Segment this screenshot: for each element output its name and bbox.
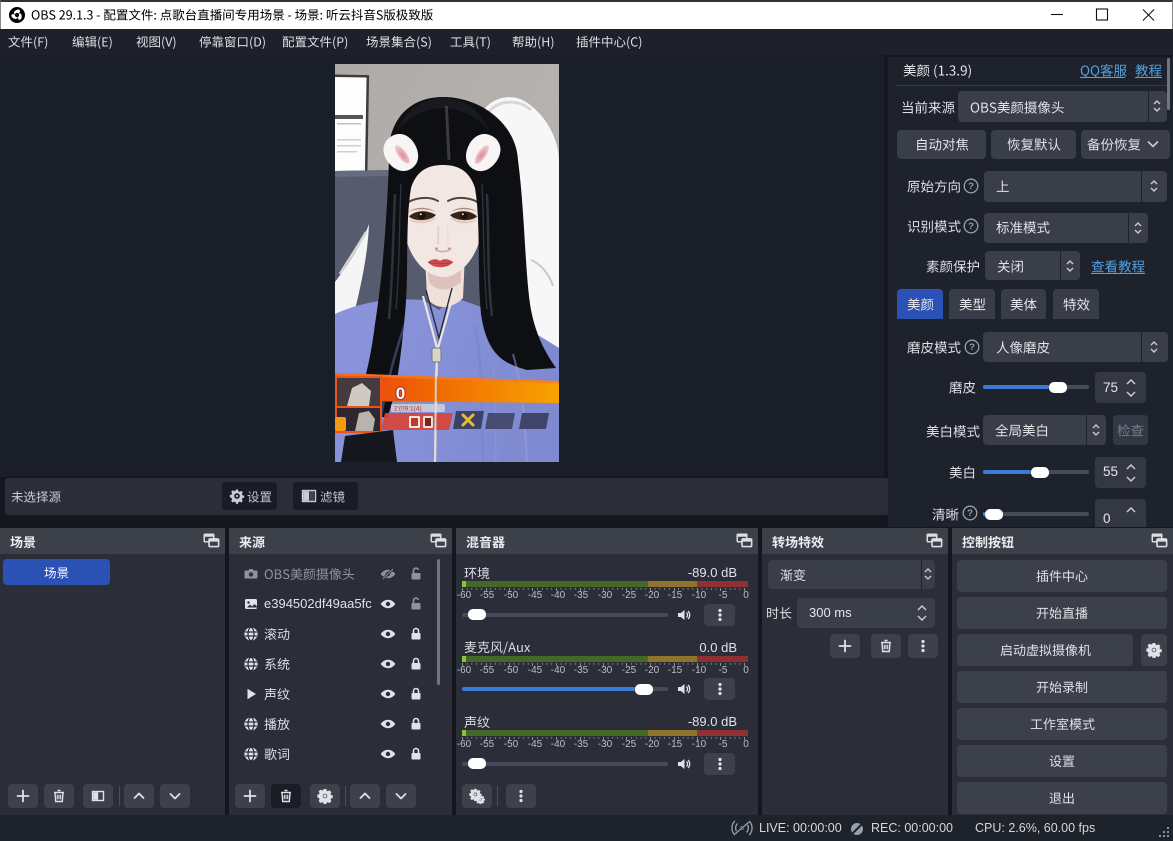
svg-text:?: ? xyxy=(968,221,974,232)
svg-text:0: 0 xyxy=(396,384,405,403)
svg-text:?: ? xyxy=(968,181,974,192)
svg-text:?: ? xyxy=(969,342,975,353)
svg-text:2'(09:1(4): 2'(09:1(4) xyxy=(394,406,422,413)
svg-text:?: ? xyxy=(967,508,973,519)
